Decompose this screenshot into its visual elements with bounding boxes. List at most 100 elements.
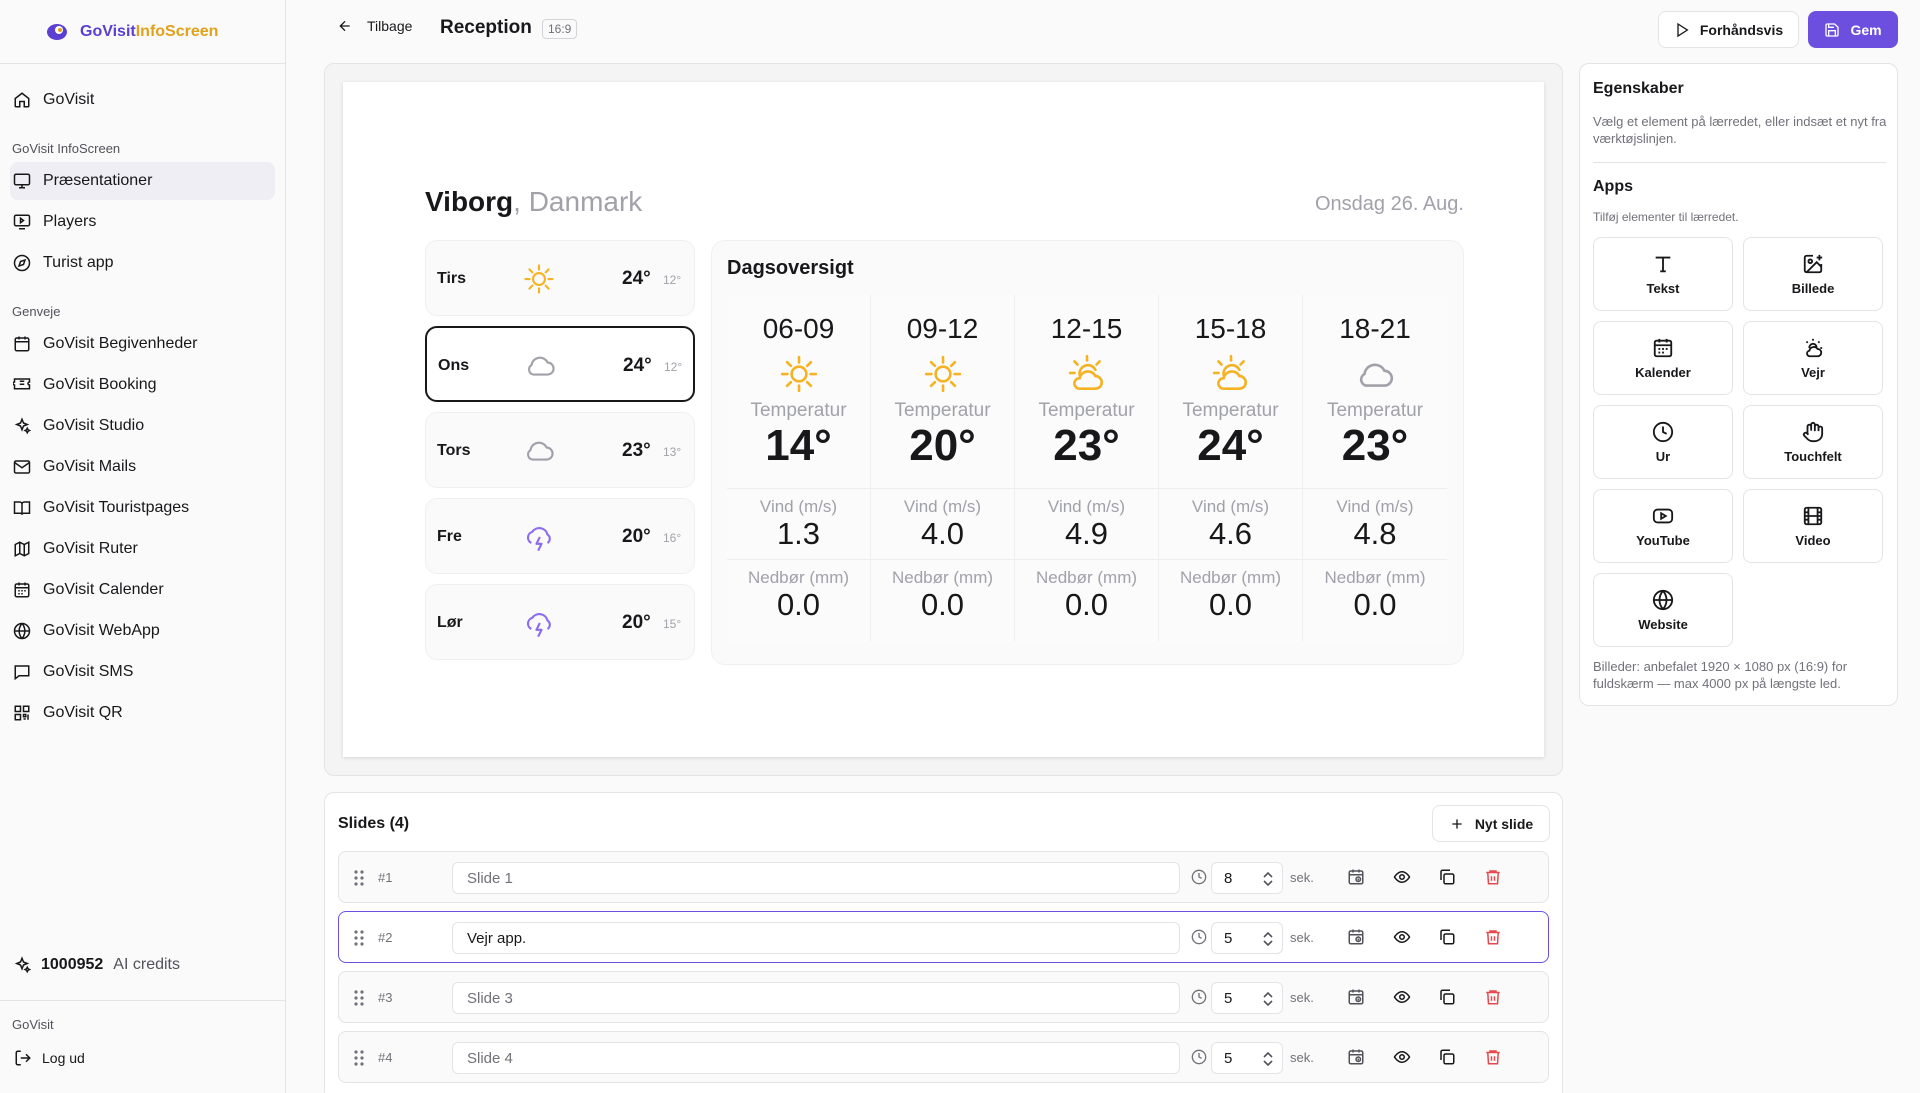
app-logo[interactable]: GoVisitInfoScreen [0,0,285,64]
sidebar: GoVisitInfoScreen GoVisit GoVisit InfoSc… [0,0,286,1093]
trash-icon[interactable] [1484,988,1502,1006]
slide-row-selected[interactable]: #2 Vejr app. 5 sek. [338,911,1549,963]
overview-title: Dagsoversigt [727,257,854,279]
eye-icon[interactable] [1392,1048,1412,1066]
app-touch-button[interactable]: Touchfelt [1743,405,1883,479]
seconds-label: sek. [1290,930,1314,945]
sidebar-item-label: GoVisit SMS [43,663,134,680]
app-website-button[interactable]: Website [1593,573,1733,647]
eye-icon[interactable] [1392,868,1412,886]
logout-button[interactable]: Log ud [0,1038,286,1078]
app-youtube-button[interactable]: YouTube [1593,489,1733,563]
weather-date: Onsdag 26. Aug. [1314,193,1464,215]
youtube-icon [1652,508,1674,523]
drag-handle-icon[interactable] [353,989,365,1007]
sidebar-item-label: GoVisit Touristpages [43,499,190,516]
sidebar-item-touristpages[interactable]: GoVisit Touristpages [10,489,275,527]
drag-handle-icon[interactable] [353,929,365,947]
image-plus-icon [1803,254,1823,273]
sidebar-item-qr[interactable]: GoVisit QR [10,694,275,732]
slide-name-input[interactable]: Slide 4 [452,1042,1180,1074]
eye-icon[interactable] [1392,928,1412,946]
app-text-button[interactable]: Tekst [1593,237,1733,311]
day-forecast[interactable]: Fre 20° 16° [425,498,695,574]
rain-section: Nedbør (mm) 0.0 [1159,559,1302,622]
new-slide-button[interactable]: Nyt slide [1432,805,1550,842]
sidebar-item-sms[interactable]: GoVisit SMS [10,653,275,691]
weather-icon [1805,338,1823,357]
sparkles-icon [14,417,31,435]
app-label: Video [1795,532,1831,548]
app-weather-button[interactable]: Vejr [1743,321,1883,395]
duration-stepper[interactable]: 8 [1211,862,1283,894]
day-forecast[interactable]: Tors 23° 13° [425,412,695,488]
drag-handle-icon[interactable] [353,1049,365,1067]
logout-icon [15,1050,31,1066]
slide-name-input[interactable]: Slide 1 [452,862,1180,894]
trash-icon[interactable] [1484,1048,1502,1066]
day-forecast-selected[interactable]: Ons 24° 12° [425,326,695,402]
slide-row[interactable]: #3 Slide 3 5 sek. [338,971,1549,1023]
eye-icon[interactable] [1392,988,1412,1006]
duplicate-icon[interactable] [1438,1048,1456,1066]
app-image-button[interactable]: Billede [1743,237,1883,311]
sun-icon [924,355,961,393]
weather-location: Viborg, Danmark [425,186,642,218]
sidebar-item-events[interactable]: GoVisit Begivenheder [10,325,275,363]
plus-icon [1452,818,1462,829]
duplicate-icon[interactable] [1438,868,1456,886]
duration-stepper[interactable]: 5 [1211,922,1283,954]
sidebar-item-presentations[interactable]: Præsentationer [10,162,275,200]
apps-title: Apps [1593,178,1633,195]
sidebar-item-label: GoVisit Studio [43,417,145,434]
trash-icon[interactable] [1484,868,1502,886]
clock-icon [1191,1049,1207,1065]
schedule-icon[interactable] [1347,988,1365,1006]
sidebar-item-routes[interactable]: GoVisit Ruter [10,530,275,568]
duration-stepper[interactable]: 5 [1211,1042,1283,1074]
drag-handle-icon[interactable] [353,869,365,887]
sidebar-item-label: GoVisit [43,91,95,108]
sidebar-item-tourist-app[interactable]: Turist app [10,244,275,282]
schedule-icon[interactable] [1347,1048,1365,1066]
sidebar-item-home[interactable]: GoVisit [10,81,275,119]
sidebar-item-webapp[interactable]: GoVisit WebApp [10,612,275,650]
slide-name-input[interactable]: Slide 3 [452,982,1180,1014]
day-low: 12° [663,273,682,287]
back-button[interactable]: Tilbage [337,18,412,34]
wind-label: Vind (m/s) [759,497,838,516]
duration-stepper[interactable]: 5 [1211,982,1283,1014]
app-calendar-button[interactable]: Kalender [1593,321,1733,395]
sidebar-footer-title: GoVisit [12,1017,54,1032]
save-button[interactable]: Gem [1808,11,1898,48]
sidebar-item-booking[interactable]: GoVisit Booking [10,366,275,404]
trash-icon[interactable] [1484,928,1502,946]
slides-title: Slides (4) [338,815,410,832]
preview-button[interactable]: Forhåndsvis [1658,11,1799,48]
day-forecast[interactable]: Tirs 24° 12° [425,240,695,316]
slide-canvas[interactable]: Viborg, Danmark Onsdag 26. Aug. Tirs 24°… [343,82,1544,757]
period-rain: 0.0 [920,587,965,622]
duplicate-icon[interactable] [1438,928,1456,946]
temperature-label: Temperatur [750,400,847,421]
duplicate-icon[interactable] [1438,988,1456,1006]
sidebar-item-players[interactable]: Players [10,203,275,241]
slide-name-input[interactable]: Vejr app. [452,922,1180,954]
app-label: Tekst [1646,280,1680,296]
day-high: 24° [622,268,651,289]
sidebar-item-studio[interactable]: GoVisit Studio [10,407,275,445]
day-forecast[interactable]: Lør 20° 15° [425,584,695,660]
app-clock-button[interactable]: Ur [1593,405,1733,479]
sidebar-item-calender[interactable]: GoVisit Calender [10,571,275,609]
sidebar-footer: GoVisit Log ud [0,1000,286,1078]
schedule-icon[interactable] [1347,928,1365,946]
app-label: YouTube [1636,532,1690,548]
period-wind: 1.3 [776,516,821,551]
temperature-label: Temperatur [1326,400,1424,421]
slide-row[interactable]: #1 Slide 1 8 sek. [338,851,1549,903]
schedule-icon[interactable] [1347,868,1365,886]
sidebar-item-mails[interactable]: GoVisit Mails [10,448,275,486]
slide-row[interactable]: #4 Slide 4 5 sek. [338,1031,1549,1083]
partly-cloudy-icon [1068,354,1103,391]
app-video-button[interactable]: Video [1743,489,1883,563]
